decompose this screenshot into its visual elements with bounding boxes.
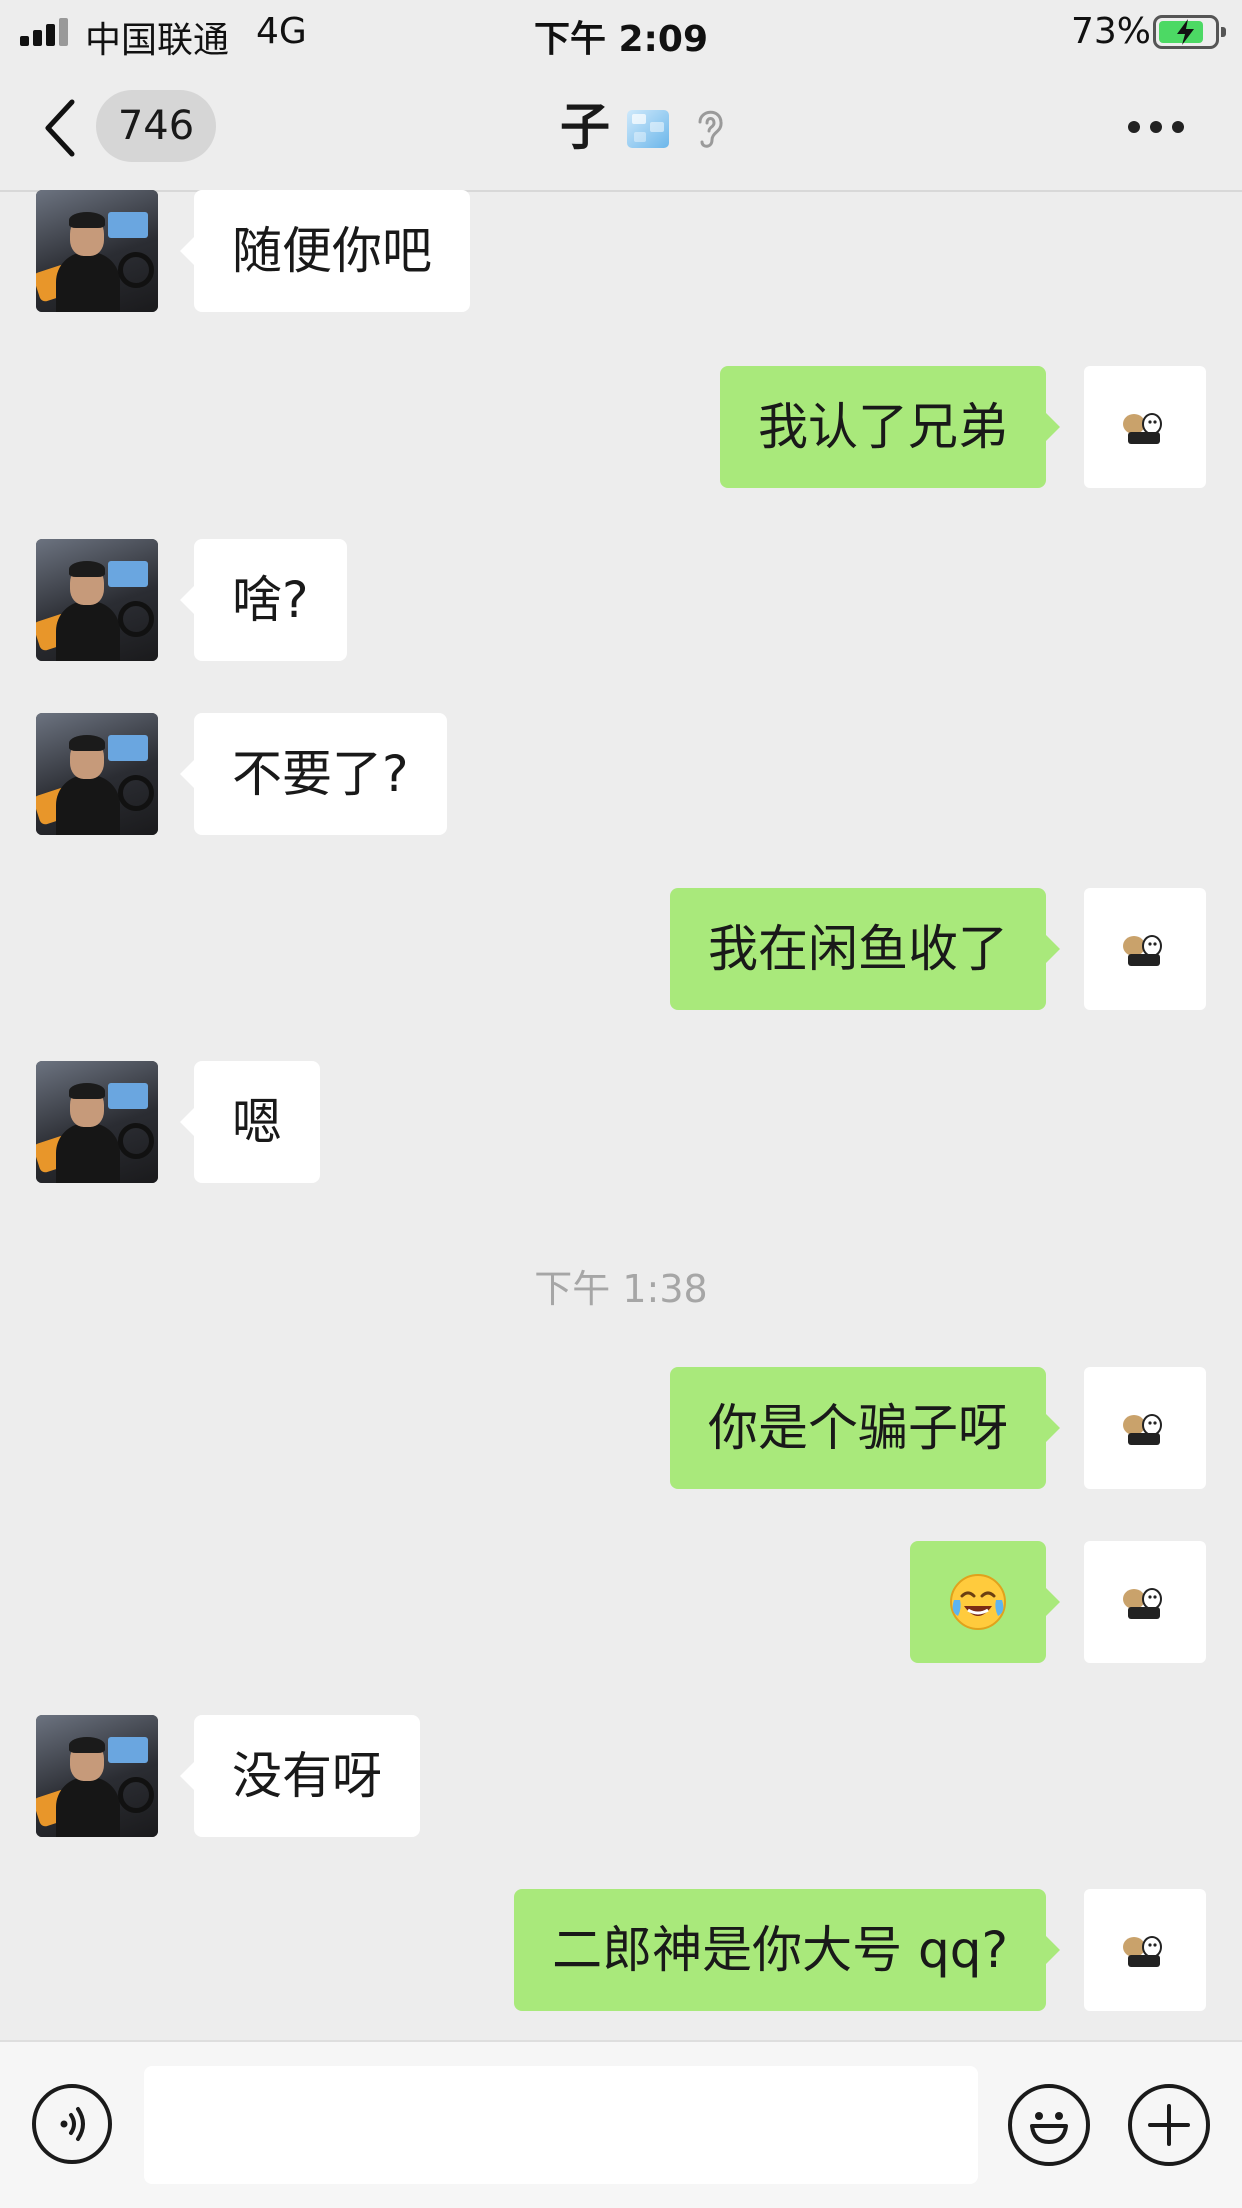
ear-icon <box>698 110 723 148</box>
laughing-crying-face-icon <box>950 1573 1006 1630</box>
received-message-bubble[interactable]: 嗯 <box>180 1061 320 1183</box>
my-avatar[interactable] <box>1084 366 1206 488</box>
status-time: 下午 2:09 <box>533 19 709 60</box>
sent-message-bubble[interactable]: 你是个骗子呀 <box>670 1367 1060 1489</box>
more-actions-button[interactable] <box>1128 2084 1210 2166</box>
chat-title[interactable]: 子 <box>560 92 610 162</box>
contact-avatar[interactable] <box>36 1715 158 1837</box>
message-row <box>0 1541 1242 1665</box>
emoji-button[interactable] <box>1008 2084 1090 2166</box>
received-message-bubble[interactable]: 不要了? <box>180 713 447 835</box>
contact-avatar[interactable] <box>36 190 158 312</box>
message-row: 没有呀 <box>0 1715 1242 1839</box>
unread-count-badge[interactable]: 746 <box>96 90 216 162</box>
sent-message-bubble[interactable]: 我认了兄弟 <box>720 366 1060 488</box>
chevron-left-icon <box>45 99 75 157</box>
more-options-button[interactable] <box>1128 117 1188 137</box>
received-message-bubble[interactable]: 随便你吧 <box>180 190 470 312</box>
my-avatar[interactable] <box>1084 1889 1206 2011</box>
sent-message-bubble[interactable]: 二郎神是你大号 qq? <box>514 1889 1060 2011</box>
message-row: 随便你吧 <box>0 190 1242 314</box>
voice-input-button[interactable] <box>32 2084 112 2164</box>
message-row: 啥? <box>0 539 1242 663</box>
message-row: 我在闲鱼收了 <box>0 888 1242 1012</box>
back-button[interactable] <box>40 98 90 158</box>
received-message-bubble[interactable]: 没有呀 <box>180 1715 420 1837</box>
message-row: 嗯 <box>0 1061 1242 1185</box>
contact-avatar[interactable] <box>36 1061 158 1183</box>
sent-emoji-bubble[interactable] <box>910 1541 1060 1663</box>
my-avatar[interactable] <box>1084 1541 1206 1663</box>
battery-icon <box>1153 15 1226 49</box>
battery-percent: 73% <box>1071 11 1152 52</box>
message-row: 我认了兄弟 <box>0 366 1242 490</box>
received-message-bubble[interactable]: 啥? <box>180 539 347 661</box>
voice-icon <box>60 2107 85 2141</box>
plus-icon <box>1148 2104 1190 2146</box>
contact-avatar[interactable] <box>36 539 158 661</box>
message-row: 二郎神是你大号 qq? <box>0 1889 1242 2013</box>
message-row: 你是个骗子呀 <box>0 1367 1242 1491</box>
message-input[interactable] <box>144 2066 978 2184</box>
my-avatar[interactable] <box>1084 888 1206 1010</box>
ice-cube-icon <box>627 110 669 148</box>
my-avatar[interactable] <box>1084 1367 1206 1489</box>
emoji-icon <box>1030 2112 1068 2144</box>
status-bar: 中国联通 4G 下午 2:09 73% <box>0 0 1242 62</box>
message-timestamp: 下午 1:38 <box>534 1267 708 1311</box>
message-row: 不要了? <box>0 713 1242 837</box>
sent-message-bubble[interactable]: 我在闲鱼收了 <box>670 888 1060 1010</box>
contact-avatar[interactable] <box>36 713 158 835</box>
chat-input-bar <box>0 2040 1242 2208</box>
chat-header: 746 子 <box>0 62 1242 192</box>
